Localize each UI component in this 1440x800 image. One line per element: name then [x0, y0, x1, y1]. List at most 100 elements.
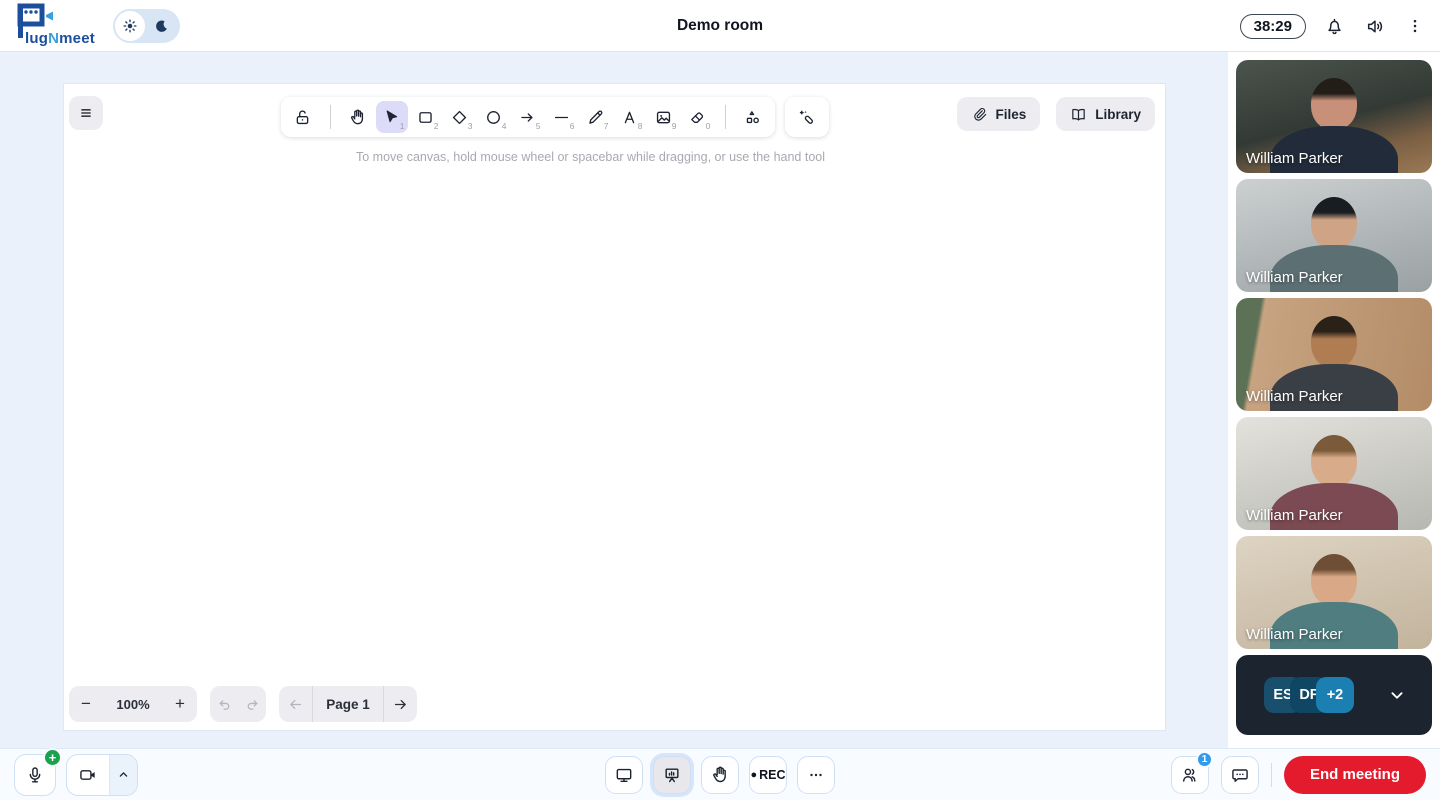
participant-name: William Parker — [1246, 388, 1343, 405]
laser-pointer-icon — [797, 108, 816, 127]
diamond-icon — [450, 108, 469, 127]
theme-toggle[interactable] — [113, 9, 180, 43]
camera-options-button[interactable] — [109, 755, 137, 795]
image-tool-button[interactable]: 9 — [648, 101, 680, 133]
next-page-button[interactable] — [384, 686, 417, 722]
laser-island — [785, 97, 829, 137]
chevron-up-icon — [116, 767, 131, 782]
draw-tool-button[interactable]: 7 — [580, 101, 612, 133]
extra-shapes-tool-button[interactable] — [737, 101, 769, 133]
more-participants-tile[interactable]: ES DF +2 — [1236, 655, 1432, 735]
pencil-icon — [586, 108, 605, 127]
participant-video-tile[interactable]: William Parker — [1236, 417, 1432, 530]
zoom-in-button[interactable]: + — [163, 686, 197, 722]
canvas-hint-text: To move canvas, hold mouse wheel or spac… — [64, 150, 1117, 164]
ellipse-icon — [484, 108, 503, 127]
participant-name: William Parker — [1246, 150, 1343, 167]
add-microphone-badge: + — [43, 748, 62, 767]
plugnmeet-logo: lugNmeet — [12, 2, 112, 50]
arrow-right-icon — [392, 696, 409, 713]
end-meeting-button[interactable]: End meeting — [1284, 756, 1426, 794]
ellipsis-icon — [807, 766, 825, 784]
camera-button[interactable] — [67, 755, 109, 795]
files-button[interactable]: Files — [957, 97, 1040, 131]
dark-mode-icon[interactable] — [145, 18, 178, 35]
whiteboard-canvas[interactable]: 1 2 3 4 5 — [64, 84, 1165, 730]
eraser-tool-button[interactable]: 0 — [682, 101, 714, 133]
zoom-level[interactable]: 100% — [103, 697, 163, 712]
arrow-icon — [518, 108, 537, 127]
text-icon — [620, 108, 639, 127]
image-icon — [654, 108, 673, 127]
book-icon — [1070, 106, 1087, 123]
library-button[interactable]: Library — [1056, 97, 1155, 131]
footer-divider — [1271, 763, 1272, 787]
diamond-tool-button[interactable]: 3 — [444, 101, 476, 133]
microphone-icon — [25, 765, 45, 785]
microphone-button[interactable]: + — [14, 754, 56, 796]
undo-icon — [216, 696, 233, 713]
chat-button[interactable] — [1221, 756, 1259, 794]
audio-output-button[interactable] — [1363, 14, 1388, 39]
camera-button-group — [66, 754, 138, 796]
participant-video-tile[interactable]: William Parker — [1236, 179, 1432, 292]
text-tool-button[interactable]: 8 — [614, 101, 646, 133]
participants-button[interactable]: 1 — [1171, 756, 1209, 794]
page-navigation: Page 1 — [279, 686, 417, 722]
more-participants-count: +2 — [1316, 677, 1354, 713]
selection-cursor-icon — [382, 108, 401, 127]
screen-share-button[interactable] — [605, 756, 643, 794]
zoom-control: − 100% + — [69, 686, 197, 722]
raise-hand-button[interactable] — [701, 756, 739, 794]
raised-hand-icon — [710, 765, 730, 785]
light-mode-icon[interactable] — [115, 11, 145, 41]
previous-page-button[interactable] — [279, 686, 312, 722]
lock-tool-button[interactable] — [287, 101, 319, 133]
bell-icon — [1324, 16, 1345, 37]
redo-button[interactable] — [238, 686, 266, 722]
record-button[interactable]: ●REC — [749, 756, 787, 794]
participants-sidebar: William Parker William Parker William Pa… — [1228, 52, 1440, 748]
laser-pointer-tool-button[interactable] — [791, 101, 823, 133]
rectangle-icon — [416, 108, 435, 127]
arrow-left-icon — [287, 696, 304, 713]
participants-icon — [1180, 765, 1200, 785]
kebab-menu-icon — [1406, 17, 1424, 35]
rectangle-tool-button[interactable]: 2 — [410, 101, 442, 133]
main-area: 1 2 3 4 5 — [0, 52, 1440, 748]
participant-video-tile[interactable]: William Parker — [1236, 60, 1432, 173]
expand-participants-button[interactable] — [1386, 684, 1408, 706]
chat-icon — [1230, 765, 1250, 785]
participants-count-badge: 1 — [1196, 751, 1213, 768]
top-bar: lugNmeet Demo room 38:29 — [0, 0, 1440, 52]
participant-video-tile[interactable]: William Parker — [1236, 536, 1432, 649]
hand-icon — [348, 108, 367, 127]
camera-icon — [78, 765, 98, 785]
paperclip-icon — [971, 106, 987, 122]
shapes-icon — [743, 108, 762, 127]
notifications-button[interactable] — [1322, 14, 1347, 39]
redo-icon — [244, 696, 261, 713]
more-options-button[interactable] — [797, 756, 835, 794]
history-control — [210, 686, 266, 722]
plugnmeet-logo-text: lugNmeet — [25, 30, 95, 47]
participant-name: William Parker — [1246, 269, 1343, 286]
chevron-down-icon — [1386, 684, 1408, 706]
zoom-out-button[interactable]: − — [69, 686, 103, 722]
participant-video-tile[interactable]: William Parker — [1236, 298, 1432, 411]
whiteboard-easel-icon — [662, 765, 682, 785]
whiteboard-toolbar: 1 2 3 4 5 — [4, 97, 1105, 137]
record-dot-icon: ● — [750, 769, 757, 781]
header-more-menu-button[interactable] — [1404, 15, 1426, 37]
selection-tool-button[interactable]: 1 — [376, 101, 408, 133]
undo-button[interactable] — [210, 686, 238, 722]
whiteboard-button[interactable] — [653, 756, 691, 794]
toolbar-divider — [330, 105, 331, 129]
line-icon — [552, 108, 571, 127]
bottom-control-bar: + ●REC 1 — [0, 748, 1440, 800]
ellipse-tool-button[interactable]: 4 — [478, 101, 510, 133]
room-title: Demo room — [677, 17, 763, 35]
line-tool-button[interactable]: 6 — [546, 101, 578, 133]
arrow-tool-button[interactable]: 5 — [512, 101, 544, 133]
hand-tool-button[interactable] — [342, 101, 374, 133]
